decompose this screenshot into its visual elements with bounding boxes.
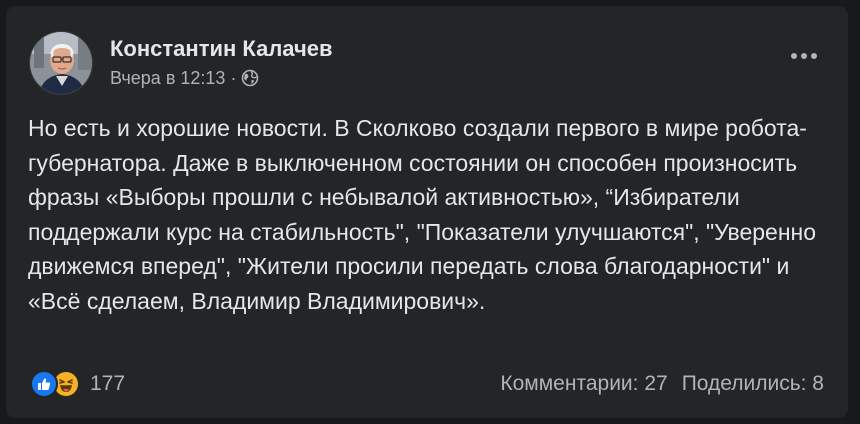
more-horizontal-icon <box>791 53 817 59</box>
engagement-stats: Комментарии: 27 Поделились: 8 <box>500 370 824 398</box>
reaction-count: 177 <box>90 372 126 395</box>
author-name[interactable]: Константин Калачев <box>110 36 333 62</box>
comments-count-link[interactable]: Комментарии: 27 <box>500 372 667 396</box>
more-options-button[interactable] <box>784 42 824 70</box>
post-card: Константин Калачев Вчера в 12:13 · Но ес… <box>6 6 848 418</box>
post-timestamp[interactable]: Вчера в 12:13 <box>110 68 225 89</box>
globe-icon[interactable] <box>241 69 259 87</box>
avatar[interactable] <box>29 31 93 95</box>
avatar-photo <box>30 32 92 94</box>
post-meta: Вчера в 12:13 · <box>110 66 259 90</box>
reactions-summary[interactable]: 177 <box>30 368 125 400</box>
post-text: Но есть и хорошие новости. В Сколково со… <box>28 115 817 314</box>
meta-separator: · <box>230 67 237 88</box>
shares-count-link[interactable]: Поделились: 8 <box>682 372 824 396</box>
like-icon <box>30 370 58 398</box>
